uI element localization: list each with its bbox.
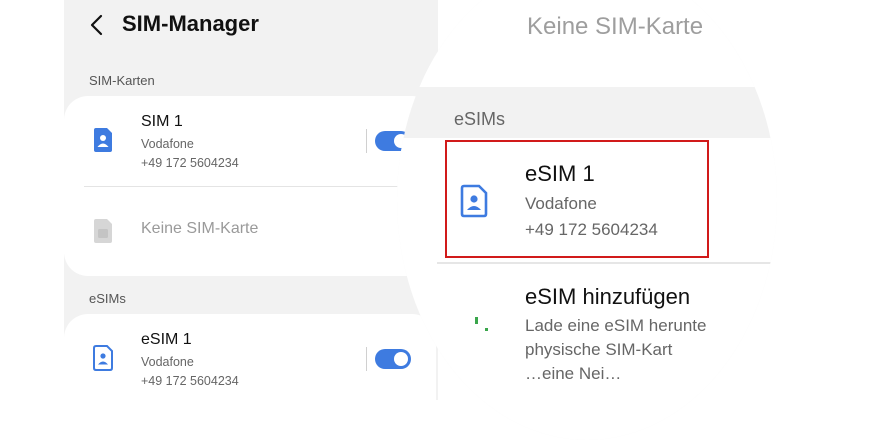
empty-sim-row: Keine SIM-Karte bbox=[64, 187, 436, 277]
zoom-add-esim-desc-line3: …eine Nei… bbox=[525, 364, 622, 383]
sim-manager-screen: SIM-Manager SIM-Karten SIM 1 Vodafone +4… bbox=[64, 0, 438, 400]
esim-1-number: +49 172 5604234 bbox=[141, 374, 239, 388]
zoom-add-esim-desc-line2: physische SIM-Kart bbox=[525, 340, 673, 359]
row-divider bbox=[366, 129, 367, 153]
zoom-add-esim-desc-line1: Lade eine eSIM herunte bbox=[525, 316, 707, 335]
row-divider bbox=[366, 347, 367, 371]
highlight-box bbox=[445, 140, 709, 258]
esim-1-name: eSIM 1 bbox=[141, 331, 192, 348]
zoom-divider bbox=[437, 262, 777, 264]
sim-cards-section-label: SIM-Karten bbox=[89, 73, 155, 88]
esim-1-carrier: Vodafone bbox=[141, 355, 194, 369]
esim-1-row[interactable]: eSIM 1 Vodafone +49 172 5604234 bbox=[64, 314, 436, 400]
esims-section-label: eSIMs bbox=[89, 291, 126, 306]
sim-1-name: SIM 1 bbox=[141, 113, 183, 130]
esim-card-icon bbox=[93, 345, 113, 371]
zoom-empty-sim-label: Keine SIM-Karte bbox=[527, 13, 704, 40]
zoom-esims-section-label: eSIMs bbox=[454, 109, 506, 129]
sim-1-carrier: Vodafone bbox=[141, 137, 194, 151]
empty-sim-label: Keine SIM-Karte bbox=[141, 220, 259, 237]
sim-1-number: +49 172 5604234 bbox=[141, 156, 239, 170]
empty-sim-icon bbox=[94, 219, 112, 243]
back-chevron-icon[interactable] bbox=[88, 14, 106, 36]
sim-1-row[interactable]: SIM 1 Vodafone +49 172 5604234 bbox=[64, 96, 436, 186]
add-esim-icon bbox=[475, 317, 478, 324]
sim-card-icon bbox=[94, 128, 112, 152]
zoom-add-esim-title[interactable]: eSIM hinzufügen bbox=[525, 284, 690, 310]
sim-cards-card: SIM 1 Vodafone +49 172 5604234 Keine SIM… bbox=[64, 96, 436, 276]
add-esim-icon-part bbox=[485, 328, 488, 331]
page-title: SIM-Manager bbox=[122, 11, 259, 36]
esims-card: eSIM 1 Vodafone +49 172 5604234 bbox=[64, 314, 436, 400]
